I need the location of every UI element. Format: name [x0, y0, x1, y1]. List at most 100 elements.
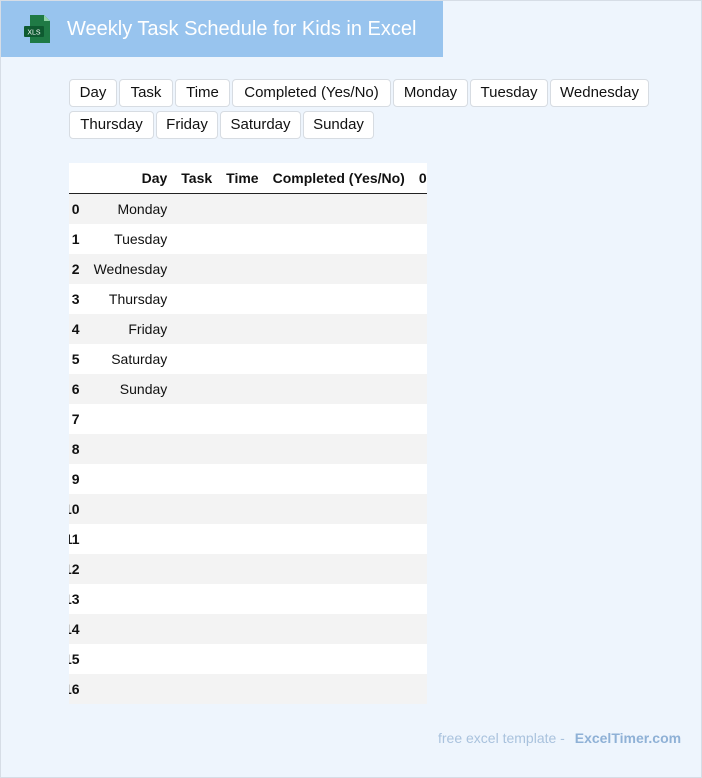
table-cell[interactable] [265, 224, 412, 254]
table-cell[interactable]: Thursday [86, 284, 175, 314]
table-cell[interactable] [219, 644, 266, 674]
table-cell[interactable] [86, 434, 175, 464]
table-cell[interactable] [265, 584, 412, 614]
table-cell[interactable] [86, 644, 175, 674]
table-cell[interactable] [411, 254, 427, 284]
table-cell[interactable] [86, 554, 175, 584]
table-cell[interactable] [219, 344, 266, 374]
footer-brand-link[interactable]: ExcelTimer.com [575, 730, 681, 746]
table-cell[interactable] [219, 494, 266, 524]
table-cell[interactable] [219, 374, 266, 404]
table-cell[interactable] [265, 524, 412, 554]
table-cell[interactable] [265, 644, 412, 674]
chip-friday[interactable]: Friday [156, 111, 218, 139]
table-cell[interactable] [174, 614, 220, 644]
table-cell[interactable] [174, 554, 220, 584]
table-cell[interactable] [86, 674, 175, 704]
table-cell[interactable] [411, 524, 427, 554]
table-cell[interactable] [265, 374, 412, 404]
table-cell[interactable] [411, 193, 427, 224]
table-cell[interactable]: Tuesday [86, 224, 175, 254]
table-cell[interactable] [411, 374, 427, 404]
table-cell[interactable] [174, 434, 220, 464]
table-cell[interactable] [265, 494, 412, 524]
table-cell[interactable] [86, 494, 175, 524]
table-cell[interactable] [174, 374, 220, 404]
table-cell[interactable] [219, 434, 266, 464]
table-cell[interactable] [86, 614, 175, 644]
table-cell[interactable] [265, 674, 412, 704]
chip-sunday[interactable]: Sunday [303, 111, 374, 139]
table-cell[interactable] [411, 224, 427, 254]
table-cell[interactable] [411, 314, 427, 344]
table-cell[interactable] [174, 314, 220, 344]
table-cell[interactable] [86, 584, 175, 614]
table-cell[interactable] [411, 644, 427, 674]
chip-task[interactable]: Task [119, 79, 173, 107]
table-cell[interactable] [219, 404, 266, 434]
table-cell[interactable] [174, 193, 220, 224]
chip-tuesday[interactable]: Tuesday [470, 79, 548, 107]
table-cell[interactable] [265, 314, 412, 344]
table-cell[interactable] [411, 674, 427, 704]
table-cell[interactable] [174, 524, 220, 554]
table-cell[interactable] [219, 584, 266, 614]
table-cell[interactable]: Sunday [86, 374, 175, 404]
table-cell[interactable] [219, 284, 266, 314]
table-cell[interactable] [86, 464, 175, 494]
chip-day[interactable]: Day [69, 79, 117, 107]
table-cell[interactable] [265, 193, 412, 224]
table-cell[interactable] [411, 464, 427, 494]
table-cell[interactable] [411, 554, 427, 584]
table-cell[interactable] [265, 554, 412, 584]
table-cell[interactable] [411, 434, 427, 464]
table-cell[interactable] [411, 584, 427, 614]
table-cell[interactable]: Friday [86, 314, 175, 344]
column-header: Time [219, 163, 266, 194]
table-cell[interactable] [174, 284, 220, 314]
table-cell[interactable] [219, 193, 266, 224]
table-cell[interactable] [86, 404, 175, 434]
table-cell[interactable] [174, 224, 220, 254]
table-cell[interactable] [265, 254, 412, 284]
table-cell[interactable] [174, 404, 220, 434]
table-cell[interactable]: Wednesday [86, 254, 175, 284]
row-index: 3 [69, 284, 87, 314]
table-cell[interactable] [219, 554, 266, 584]
table-row: 7 [69, 404, 427, 434]
table-cell[interactable] [265, 284, 412, 314]
table-cell[interactable] [219, 674, 266, 704]
table-cell[interactable]: Monday [86, 193, 175, 224]
table-cell[interactable] [174, 644, 220, 674]
table-cell[interactable] [174, 674, 220, 704]
table-cell[interactable] [219, 254, 266, 284]
table-cell[interactable] [411, 404, 427, 434]
table-cell[interactable] [86, 524, 175, 554]
table-cell[interactable] [411, 284, 427, 314]
table-cell[interactable] [219, 314, 266, 344]
table-cell[interactable] [265, 434, 412, 464]
table-cell[interactable] [174, 254, 220, 284]
table-cell[interactable] [265, 464, 412, 494]
chip-monday[interactable]: Monday [393, 79, 468, 107]
table-cell[interactable] [174, 464, 220, 494]
table-cell[interactable] [174, 584, 220, 614]
table-cell[interactable] [265, 404, 412, 434]
table-cell[interactable] [411, 344, 427, 374]
chip-wednesday[interactable]: Wednesday [550, 79, 649, 107]
chip-completed[interactable]: Completed (Yes/No) [232, 79, 391, 107]
table-cell[interactable] [219, 524, 266, 554]
chip-saturday[interactable]: Saturday [220, 111, 301, 139]
table-cell[interactable] [265, 614, 412, 644]
table-cell[interactable] [174, 494, 220, 524]
chip-time[interactable]: Time [175, 79, 230, 107]
table-cell[interactable] [174, 344, 220, 374]
table-cell[interactable] [219, 224, 266, 254]
table-cell[interactable] [411, 494, 427, 524]
table-cell[interactable] [219, 464, 266, 494]
table-cell[interactable] [219, 614, 266, 644]
table-cell[interactable] [411, 614, 427, 644]
chip-thursday[interactable]: Thursday [69, 111, 154, 139]
table-cell[interactable]: Saturday [86, 344, 175, 374]
table-cell[interactable] [265, 344, 412, 374]
